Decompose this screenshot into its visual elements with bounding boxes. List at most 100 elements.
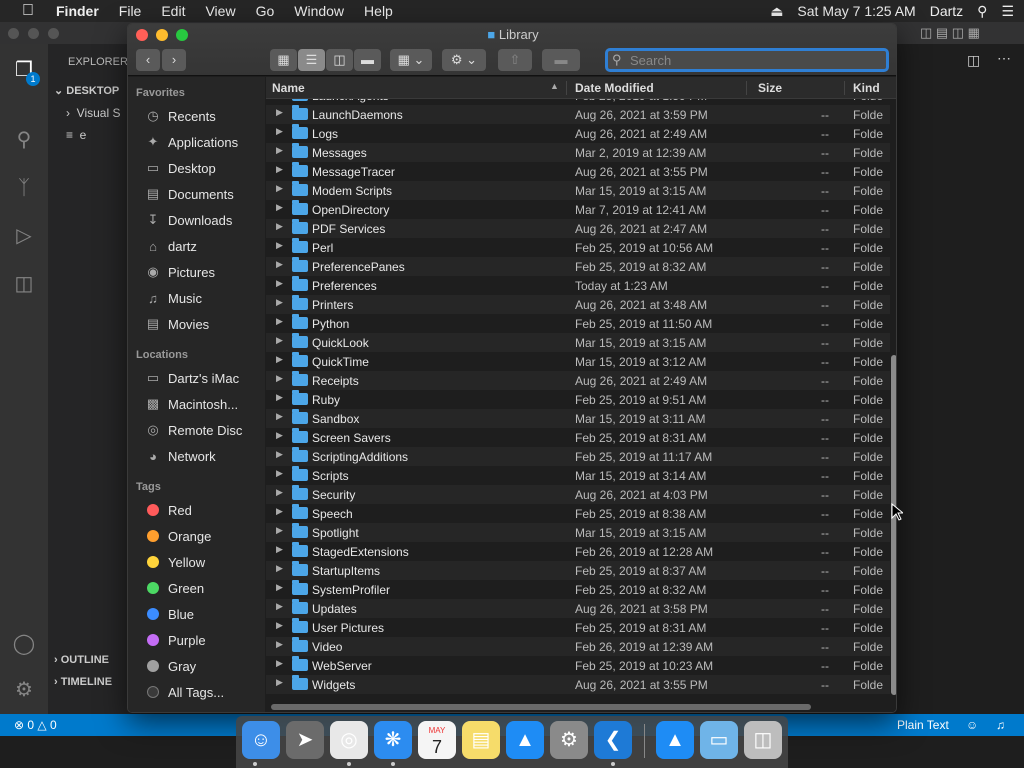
- user-name[interactable]: Dartz: [930, 3, 963, 19]
- sidebar-item-downloads[interactable]: ↧ Downloads: [144, 210, 233, 230]
- sidebar-item-recents[interactable]: ◷ Recents: [144, 106, 215, 126]
- gear-icon[interactable]: ⚙: [12, 678, 36, 702]
- vertical-scrollbar[interactable]: [890, 99, 896, 697]
- disclosure-triangle-icon[interactable]: ▶: [276, 202, 283, 213]
- disclosure-triangle-icon[interactable]: ▶: [276, 316, 283, 327]
- gallery-view-button[interactable]: ▬: [354, 49, 381, 71]
- scroll-thumb[interactable]: [891, 355, 896, 695]
- apple-menu-icon[interactable]: : [0, 2, 56, 20]
- account-icon[interactable]: ◯: [12, 632, 36, 656]
- table-row[interactable]: ▶ Screen Savers Feb 25, 2019 at 8:31 AM -- F…: [266, 428, 890, 447]
- table-row[interactable]: ▶ SystemProfiler Feb 25, 2019 at 8:32 AM --…: [266, 580, 890, 599]
- table-row[interactable]: ▶ Scripts Mar 15, 2019 at 3:14 AM -- Folde: [266, 466, 890, 485]
- disclosure-triangle-icon[interactable]: ▶: [276, 601, 283, 612]
- tree-file[interactable]: ≡ e: [66, 128, 86, 142]
- disclosure-triangle-icon[interactable]: ▶: [276, 620, 283, 631]
- disclosure-triangle-icon[interactable]: ▶: [276, 221, 283, 232]
- table-row[interactable]: ▶ OpenDirectory Mar 7, 2019 at 12:41 AM -- F…: [266, 200, 890, 219]
- table-row[interactable]: ▶ Widgets Aug 26, 2021 at 3:55 PM -- Folde: [266, 675, 890, 694]
- outline-section[interactable]: › OUTLINE: [54, 654, 109, 666]
- notes-icon[interactable]: ▤: [462, 721, 500, 759]
- tree-folder[interactable]: › Visual S: [66, 106, 120, 120]
- source-control-icon[interactable]: ᛉ: [12, 176, 36, 200]
- disclosure-triangle-icon[interactable]: ▶: [276, 544, 283, 555]
- tags-button[interactable]: ▬: [542, 49, 580, 71]
- table-row[interactable]: ▶ Preferences Today at 1:23 AM -- Folde: [266, 276, 890, 295]
- desktop-section[interactable]: ⌄ DESKTOP: [54, 84, 119, 97]
- table-row[interactable]: ▶ User Pictures Feb 25, 2019 at 8:31 AM -- F…: [266, 618, 890, 637]
- finder-icon[interactable]: ☺: [242, 721, 280, 759]
- disclosure-triangle-icon[interactable]: ▶: [276, 354, 283, 365]
- table-row[interactable]: ▶ Printers Aug 26, 2021 at 3:48 AM -- Folde: [266, 295, 890, 314]
- disclosure-triangle-icon[interactable]: ▶: [276, 506, 283, 517]
- disclosure-triangle-icon[interactable]: ▶: [276, 259, 283, 270]
- sidebar-tag-gray[interactable]: Gray: [144, 656, 196, 676]
- menu-edit[interactable]: Edit: [151, 3, 195, 19]
- sidebar-item-applications[interactable]: ✦ Applications: [144, 132, 239, 152]
- vscode-icon[interactable]: ❮: [594, 721, 632, 759]
- timeline-section[interactable]: › TIMELINE: [54, 676, 112, 688]
- column-view-button[interactable]: ◫: [326, 49, 353, 71]
- menu-app-name[interactable]: Finder: [56, 3, 109, 19]
- column-kind[interactable]: Kind: [853, 81, 880, 95]
- table-row[interactable]: ▶ Modem Scripts Mar 15, 2019 at 3:15 AM -- F…: [266, 181, 890, 200]
- disclosure-triangle-icon[interactable]: ▶: [276, 430, 283, 441]
- table-row[interactable]: ▶ Updates Aug 26, 2021 at 3:58 PM -- Folde: [266, 599, 890, 618]
- system-preferences-icon[interactable]: ⚙: [550, 721, 588, 759]
- sidebar-item-home[interactable]: ⌂ dartz: [144, 236, 197, 256]
- disclosure-triangle-icon[interactable]: ▶: [276, 582, 283, 593]
- disclosure-triangle-icon[interactable]: ▶: [276, 411, 283, 422]
- sidebar-item-remote-disc[interactable]: ◎ Remote Disc: [144, 420, 242, 440]
- language-mode[interactable]: Plain Text: [897, 718, 949, 732]
- search-input[interactable]: [628, 51, 828, 69]
- table-row[interactable]: ▶ Speech Feb 25, 2019 at 8:38 AM -- Folde: [266, 504, 890, 523]
- action-gear-button[interactable]: ⚙ ⌄: [442, 49, 486, 71]
- sidebar-item-movies[interactable]: ▤ Movies: [144, 314, 209, 334]
- sidebar-item-imac[interactable]: ▭ Dartz's iMac: [144, 368, 239, 388]
- menu-window[interactable]: Window: [284, 3, 354, 19]
- disclosure-triangle-icon[interactable]: ▶: [276, 392, 283, 403]
- chrome-icon[interactable]: ◎: [330, 721, 368, 759]
- sidebar-all-tags[interactable]: All Tags...: [144, 682, 224, 702]
- forward-button[interactable]: ›: [162, 49, 186, 71]
- column-date-modified[interactable]: Date Modified: [575, 81, 654, 95]
- table-row[interactable]: ▶ PDF Services Aug 26, 2021 at 2:47 AM -- Fo…: [266, 219, 890, 238]
- scroll-thumb[interactable]: [271, 704, 811, 710]
- disclosure-triangle-icon[interactable]: ▶: [276, 164, 283, 175]
- table-row[interactable]: ▶ Receipts Aug 26, 2021 at 2:49 AM -- Folde: [266, 371, 890, 390]
- disclosure-triangle-icon[interactable]: ▶: [276, 525, 283, 536]
- back-button[interactable]: ‹: [136, 49, 160, 71]
- disclosure-triangle-icon[interactable]: ▶: [276, 658, 283, 669]
- problems-status[interactable]: ⊗ 0 △ 0: [14, 718, 57, 732]
- minimize-button[interactable]: [28, 28, 39, 39]
- table-row[interactable]: ▶ Logs Aug 26, 2021 at 2:49 AM -- Folde: [266, 124, 890, 143]
- disclosure-triangle-icon[interactable]: ▶: [276, 297, 283, 308]
- feedback-icon[interactable]: ☺: [966, 718, 978, 732]
- disclosure-triangle-icon[interactable]: ▶: [276, 145, 283, 156]
- table-row[interactable]: ▶ QuickTime Mar 15, 2019 at 3:12 AM -- Folde: [266, 352, 890, 371]
- table-row[interactable]: ▶ PreferencePanes Feb 25, 2019 at 8:32 AM -…: [266, 257, 890, 276]
- icon-view-button[interactable]: ▦: [270, 49, 297, 71]
- disclosure-triangle-icon[interactable]: ▶: [276, 240, 283, 251]
- disclosure-triangle-icon[interactable]: ▶: [276, 107, 283, 118]
- sidebar-item-network[interactable]: ◕ Network: [144, 446, 216, 466]
- zoom-button[interactable]: [48, 28, 59, 39]
- column-name[interactable]: Name: [272, 81, 305, 95]
- search-icon[interactable]: ⚲: [977, 3, 987, 20]
- list-view-button[interactable]: ☰: [298, 49, 325, 71]
- disclosure-triangle-icon[interactable]: ▶: [276, 335, 283, 346]
- table-row[interactable]: ▶ Messages Mar 2, 2019 at 12:39 AM -- Folde: [266, 143, 890, 162]
- menu-go[interactable]: Go: [246, 3, 285, 19]
- table-row[interactable]: ▶ Video Feb 26, 2019 at 12:39 AM -- Folde: [266, 637, 890, 656]
- debug-icon[interactable]: ▷: [12, 224, 36, 248]
- table-row[interactable]: ▶ Perl Feb 25, 2019 at 10:56 AM -- Folde: [266, 238, 890, 257]
- table-row[interactable]: ▶ Spotlight Mar 15, 2019 at 3:15 AM -- Folde: [266, 523, 890, 542]
- disclosure-triangle-icon[interactable]: ▶: [276, 126, 283, 137]
- sidebar-tag-orange[interactable]: Orange: [144, 526, 211, 546]
- disclosure-triangle-icon[interactable]: ▶: [276, 677, 283, 688]
- sidebar-item-desktop[interactable]: ▭ Desktop: [144, 158, 216, 178]
- trash-icon[interactable]: ◫: [744, 721, 782, 759]
- control-center-icon[interactable]: ☰: [1001, 3, 1014, 20]
- table-row[interactable]: ▶ MessageTracer Aug 26, 2021 at 3:55 PM -- F…: [266, 162, 890, 181]
- more-actions-icon[interactable]: ⋯: [997, 50, 1011, 67]
